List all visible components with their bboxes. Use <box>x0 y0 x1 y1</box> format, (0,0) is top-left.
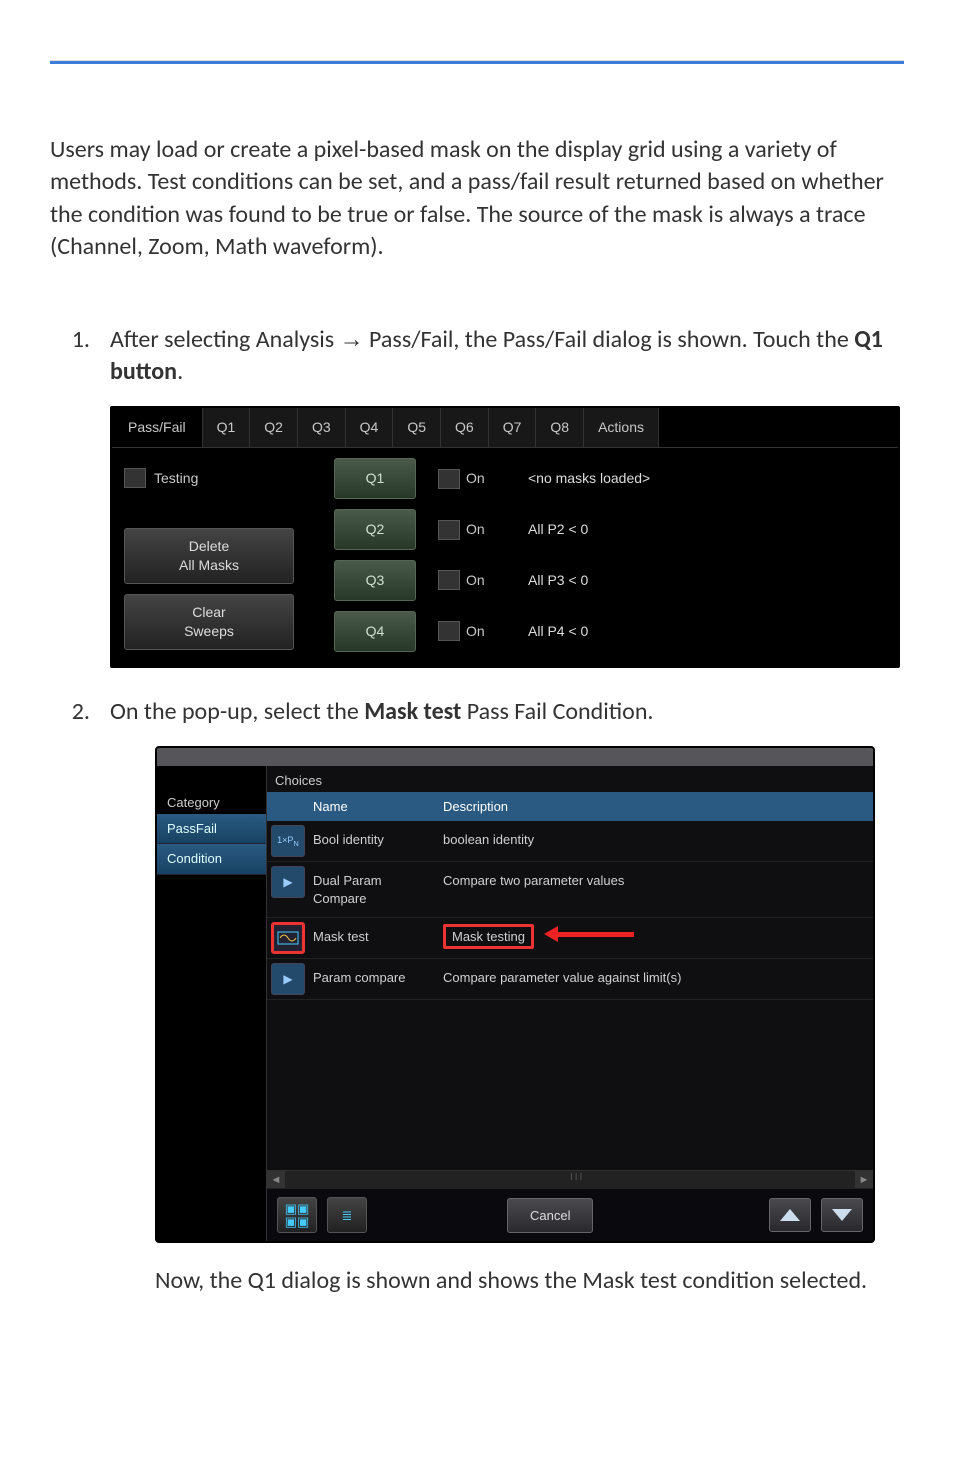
list-item-bool-identity[interactable]: 1×PN Bool identity boolean identity <box>267 821 873 862</box>
mask-test-name: Mask test <box>309 918 439 958</box>
dual-param-desc: Compare two parameter values <box>439 862 873 917</box>
view-list-button[interactable]: ≣ <box>327 1197 367 1233</box>
q4-on-checkbox[interactable] <box>438 621 460 641</box>
step-1-pre: After selecting Analysis <box>110 325 340 354</box>
col-name: Name <box>309 792 439 822</box>
delete-all-masks-button[interactable]: Delete All Masks <box>124 528 294 584</box>
choices-header: Choices <box>267 766 873 792</box>
bool-identity-name: Bool identity <box>309 821 439 861</box>
step-1-number: 1. <box>50 324 110 389</box>
condition-chooser-dialog: Category PassFail Condition Choices Name… <box>155 746 875 1243</box>
q2-status: All P2 < 0 <box>528 520 588 539</box>
tab-actions[interactable]: Actions <box>584 408 659 447</box>
grid-icon: ▣▣▣▣ <box>285 1202 310 1228</box>
eye-waveform-icon <box>276 928 300 948</box>
tab-q7[interactable]: Q7 <box>489 408 537 447</box>
tab-q6[interactable]: Q6 <box>441 408 489 447</box>
list-item-param-compare[interactable]: ▶ Param compare Compare parameter value … <box>267 959 873 1000</box>
step-2-post: Pass Fail Condition. <box>461 697 653 726</box>
tab-q5[interactable]: Q5 <box>393 408 441 447</box>
tab-q4[interactable]: Q4 <box>346 408 394 447</box>
q2-button[interactable]: Q2 <box>334 509 416 550</box>
tab-q8[interactable]: Q8 <box>536 408 584 447</box>
callout-arrow-icon <box>544 926 634 942</box>
tab-passfail[interactable]: Pass/Fail <box>112 408 203 447</box>
col-description: Description <box>439 792 873 822</box>
mask-test-icon <box>271 922 305 954</box>
param-compare-icon: ▶ <box>271 963 305 995</box>
step-1-post: . <box>177 357 183 386</box>
step-2-text: On the pop-up, select the Mask test Pass… <box>110 696 904 728</box>
step-1-mid: Pass/Fail, the Pass/Fail dialog is shown… <box>364 325 855 354</box>
step-2-bold: Mask test <box>364 697 461 726</box>
clear-sweeps-button[interactable]: Clear Sweeps <box>124 594 294 650</box>
list-icon: ≣ <box>342 1209 353 1222</box>
q3-on-label: On <box>466 571 485 590</box>
passfail-dialog: Pass/Fail Q1 Q2 Q3 Q4 Q5 Q6 Q7 Q8 Action… <box>110 406 900 667</box>
step-1: 1. After selecting Analysis → Pass/Fail,… <box>50 324 904 389</box>
mask-test-desc-cell: Mask testing <box>439 918 873 958</box>
step-2: 2. On the pop-up, select the Mask test P… <box>50 696 904 728</box>
q3-on-checkbox[interactable] <box>438 570 460 590</box>
list-item-mask-test[interactable]: Mask test Mask testing <box>267 918 873 959</box>
q1-button[interactable]: Q1 <box>334 458 416 499</box>
cancel-button[interactable]: Cancel <box>507 1198 593 1234</box>
view-grid-button[interactable]: ▣▣▣▣ <box>277 1197 317 1233</box>
mask-test-desc: Mask testing <box>443 924 534 949</box>
q1-on-label: On <box>466 469 485 488</box>
param-compare-name: Param compare <box>309 959 439 999</box>
category-condition[interactable]: Condition <box>157 844 266 875</box>
testing-checkbox-row: Testing <box>124 468 324 488</box>
scroll-left-icon[interactable]: ◄ <box>267 1171 285 1188</box>
list-item-dual-param[interactable]: ▶ Dual Param Compare Compare two paramet… <box>267 862 873 918</box>
q1-on-checkbox[interactable] <box>438 469 460 489</box>
horizontal-scrollbar[interactable]: ◄ ► <box>267 1170 873 1188</box>
scroll-right-icon[interactable]: ► <box>855 1171 873 1188</box>
category-header: Category <box>157 794 266 814</box>
dialog-titlebar <box>157 748 873 766</box>
step-2-pre: On the pop-up, select the <box>110 697 364 726</box>
header-rule <box>50 60 904 64</box>
dual-param-name: Dual Param Compare <box>309 862 439 917</box>
down-button[interactable] <box>821 1198 863 1232</box>
param-compare-desc: Compare parameter value against limit(s) <box>439 959 873 999</box>
arrow-icon: → <box>340 326 364 353</box>
triangle-up-icon <box>780 1209 800 1221</box>
up-button[interactable] <box>769 1198 811 1232</box>
step-1-text: After selecting Analysis → Pass/Fail, th… <box>110 324 904 389</box>
result-paragraph: Now, the Q1 dialog is shown and shows th… <box>155 1265 904 1297</box>
dual-param-icon: ▶ <box>271 866 305 898</box>
testing-checkbox[interactable] <box>124 468 146 488</box>
bool-identity-desc: boolean identity <box>439 821 873 861</box>
q1-status: <no masks loaded> <box>528 469 650 488</box>
bool-identity-icon: 1×PN <box>271 825 305 857</box>
tab-q1[interactable]: Q1 <box>203 408 251 447</box>
q4-status: All P4 < 0 <box>528 622 588 641</box>
list-header-row: Name Description <box>267 792 873 822</box>
tab-row: Pass/Fail Q1 Q2 Q3 Q4 Q5 Q6 Q7 Q8 Action… <box>112 408 898 448</box>
q3-button[interactable]: Q3 <box>334 560 416 601</box>
q4-on-label: On <box>466 622 485 641</box>
tab-q2[interactable]: Q2 <box>250 408 298 447</box>
q2-on-checkbox[interactable] <box>438 520 460 540</box>
q3-status: All P3 < 0 <box>528 571 588 590</box>
category-passfail[interactable]: PassFail <box>157 814 266 845</box>
tab-q3[interactable]: Q3 <box>298 408 346 447</box>
q4-button[interactable]: Q4 <box>334 611 416 652</box>
triangle-down-icon <box>832 1209 852 1221</box>
testing-label: Testing <box>154 469 198 488</box>
q2-on-label: On <box>466 520 485 539</box>
step-2-number: 2. <box>50 696 110 728</box>
intro-paragraph: Users may load or create a pixel-based m… <box>50 134 904 264</box>
